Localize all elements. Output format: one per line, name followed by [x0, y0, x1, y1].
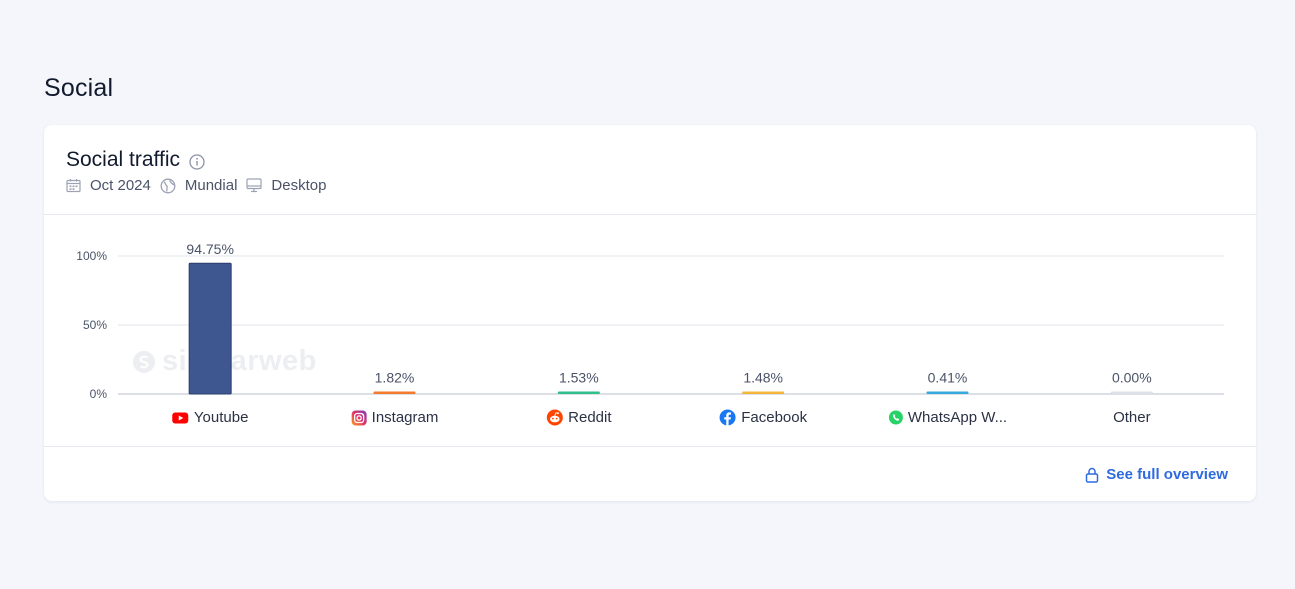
social-traffic-card: Social traffic Oct 2024 Mundial Desktop …	[44, 125, 1256, 501]
youtube-icon	[172, 412, 189, 423]
reddit-icon	[546, 409, 563, 426]
data-label: 0.41%	[928, 370, 968, 386]
globe-icon	[160, 178, 176, 193]
lock-icon	[1086, 467, 1099, 483]
meta-device-label: Desktop	[271, 177, 327, 194]
see-full-overview-link[interactable]: See full overview	[1085, 466, 1228, 483]
facebook-icon	[719, 409, 736, 426]
legend-item: Instagram	[351, 409, 439, 426]
legend-label: Facebook	[741, 409, 808, 426]
desktop-icon	[246, 178, 263, 193]
info-icon[interactable]	[189, 153, 205, 170]
bar	[373, 391, 416, 394]
chart-area: similarweb 0% 50% 100% 94.75% 1.82% 1.53% 1.48…	[44, 215, 1256, 447]
meta-region: Mundial	[160, 177, 238, 194]
data-label: 94.75%	[186, 241, 233, 257]
legend-label: Other	[1113, 409, 1151, 426]
y-tick-label: 50%	[83, 318, 107, 332]
card-header: Social traffic Oct 2024 Mundial Desktop	[44, 125, 1256, 215]
bar	[1110, 391, 1153, 394]
card-footer: See full overview	[44, 447, 1256, 500]
legend-item: Other	[1113, 409, 1151, 426]
data-label: 1.53%	[559, 370, 599, 386]
legend-item: Facebook	[719, 409, 807, 426]
legend-label: Instagram	[371, 409, 439, 426]
bar	[742, 391, 785, 394]
bar	[557, 391, 600, 394]
data-label: 1.82%	[375, 369, 415, 385]
legend-item: WhatsApp W...	[888, 409, 1007, 426]
calendar-icon	[66, 179, 81, 193]
legend-label: Reddit	[568, 409, 612, 426]
legend-label: WhatsApp W...	[907, 409, 1008, 426]
legend-item: Reddit	[546, 409, 612, 426]
card-title: Social traffic	[66, 148, 180, 171]
bar	[188, 262, 232, 395]
data-label: 1.48%	[743, 370, 783, 386]
data-label: 0.00%	[1112, 370, 1152, 386]
instagram-icon	[351, 410, 367, 425]
y-tick-label: 100%	[76, 249, 107, 263]
legend-item: Youtube	[172, 409, 249, 426]
chart-legend: Youtube Instagram Reddit Facebook WhatsApp W…	[44, 409, 1256, 433]
see-full-overview-label: See full overview	[1106, 466, 1228, 483]
meta-date-label: Oct 2024	[90, 177, 151, 194]
legend-label: Youtube	[193, 409, 249, 426]
meta-device: Desktop	[246, 177, 326, 194]
y-tick-label: 0%	[90, 387, 108, 401]
meta-date: Oct 2024	[66, 177, 151, 194]
whatsapp-icon	[888, 410, 903, 425]
section-title: Social	[44, 74, 114, 102]
bar	[926, 391, 969, 394]
meta-region-label: Mundial	[184, 177, 238, 194]
